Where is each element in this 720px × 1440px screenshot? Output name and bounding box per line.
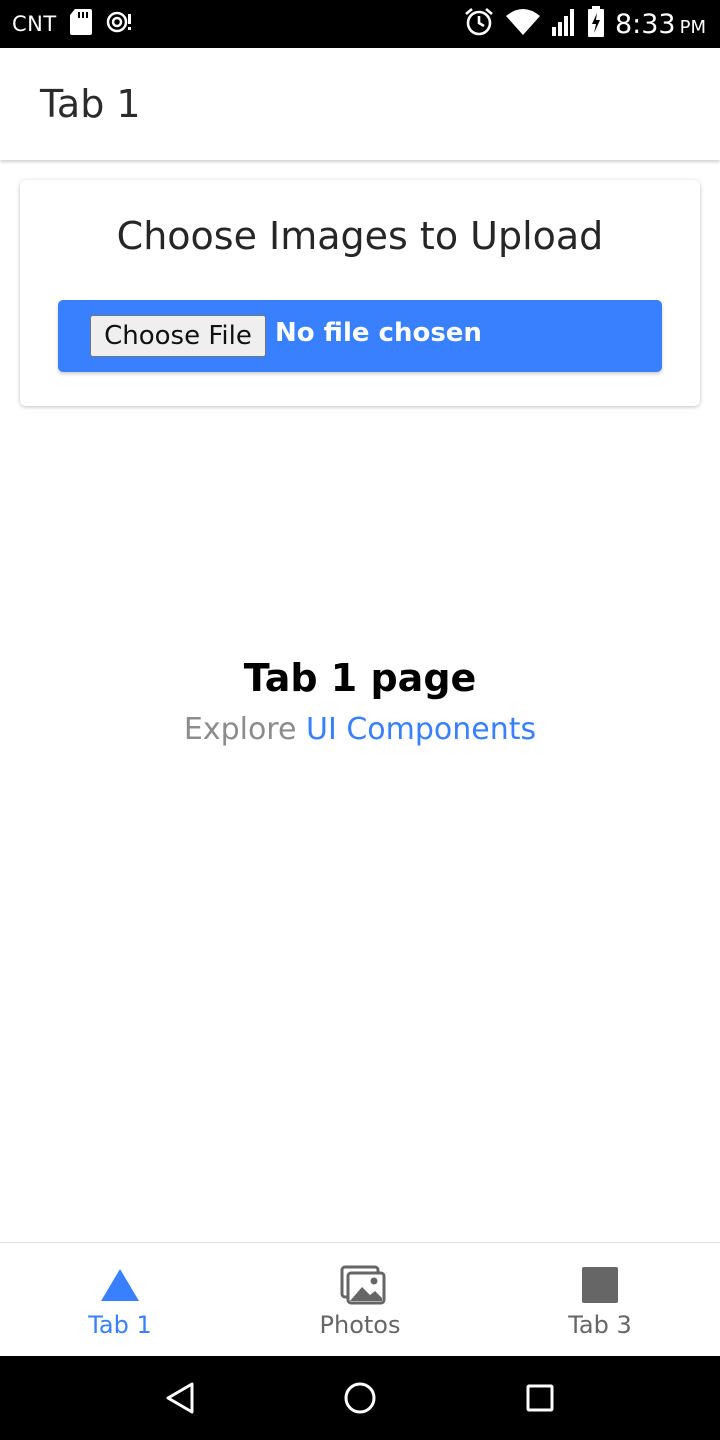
carrier-name: CNT bbox=[12, 12, 57, 36]
clock: 8:33 PM bbox=[615, 9, 706, 40]
choose-file-button[interactable]: Choose File bbox=[90, 315, 266, 357]
system-nav-bar bbox=[0, 1356, 720, 1440]
file-status-text: No file chosen bbox=[275, 318, 482, 348]
tab-3-label: Tab 3 bbox=[568, 1311, 632, 1339]
tab-page-heading: Tab 1 page bbox=[243, 656, 477, 700]
tab-1[interactable]: Tab 1 bbox=[0, 1243, 240, 1356]
clock-time: 8:33 bbox=[614, 8, 676, 40]
upload-card-title: Choose Images to Upload bbox=[116, 214, 604, 258]
home-icon[interactable] bbox=[340, 1378, 380, 1418]
tab-photos-label: Photos bbox=[319, 1311, 401, 1339]
triangle-icon bbox=[100, 1265, 140, 1305]
hotspot-icon bbox=[105, 8, 133, 41]
square-icon bbox=[580, 1265, 620, 1305]
file-input-bar[interactable]: Choose File No file chosen bbox=[58, 300, 662, 372]
tab-photos[interactable]: Photos bbox=[240, 1243, 480, 1356]
images-icon bbox=[340, 1265, 386, 1305]
signal-icon bbox=[551, 7, 577, 42]
explore-line: Explore UI Components bbox=[0, 712, 720, 747]
tab-3[interactable]: Tab 3 bbox=[480, 1243, 720, 1356]
status-bar: CNT 8:33 PM bbox=[0, 0, 720, 48]
app-header: Tab 1 bbox=[0, 48, 720, 160]
ui-components-link[interactable]: UI Components bbox=[306, 712, 536, 747]
tab-content: Tab 1 page Explore UI Components bbox=[0, 656, 720, 747]
back-icon[interactable] bbox=[160, 1378, 200, 1418]
upload-card: Choose Images to Upload Choose File No f… bbox=[20, 180, 700, 406]
clock-ampm: PM bbox=[679, 16, 706, 38]
battery-charging-icon bbox=[587, 5, 605, 43]
tab-bar: Tab 1 Photos Tab 3 bbox=[0, 1242, 720, 1356]
sd-card-icon bbox=[69, 8, 93, 41]
wifi-icon bbox=[505, 8, 541, 41]
page-title: Tab 1 bbox=[40, 82, 141, 126]
recents-icon[interactable] bbox=[520, 1378, 560, 1418]
tab-1-label: Tab 1 bbox=[88, 1311, 152, 1339]
alarm-icon bbox=[463, 6, 495, 43]
explore-text: Explore bbox=[183, 712, 297, 747]
